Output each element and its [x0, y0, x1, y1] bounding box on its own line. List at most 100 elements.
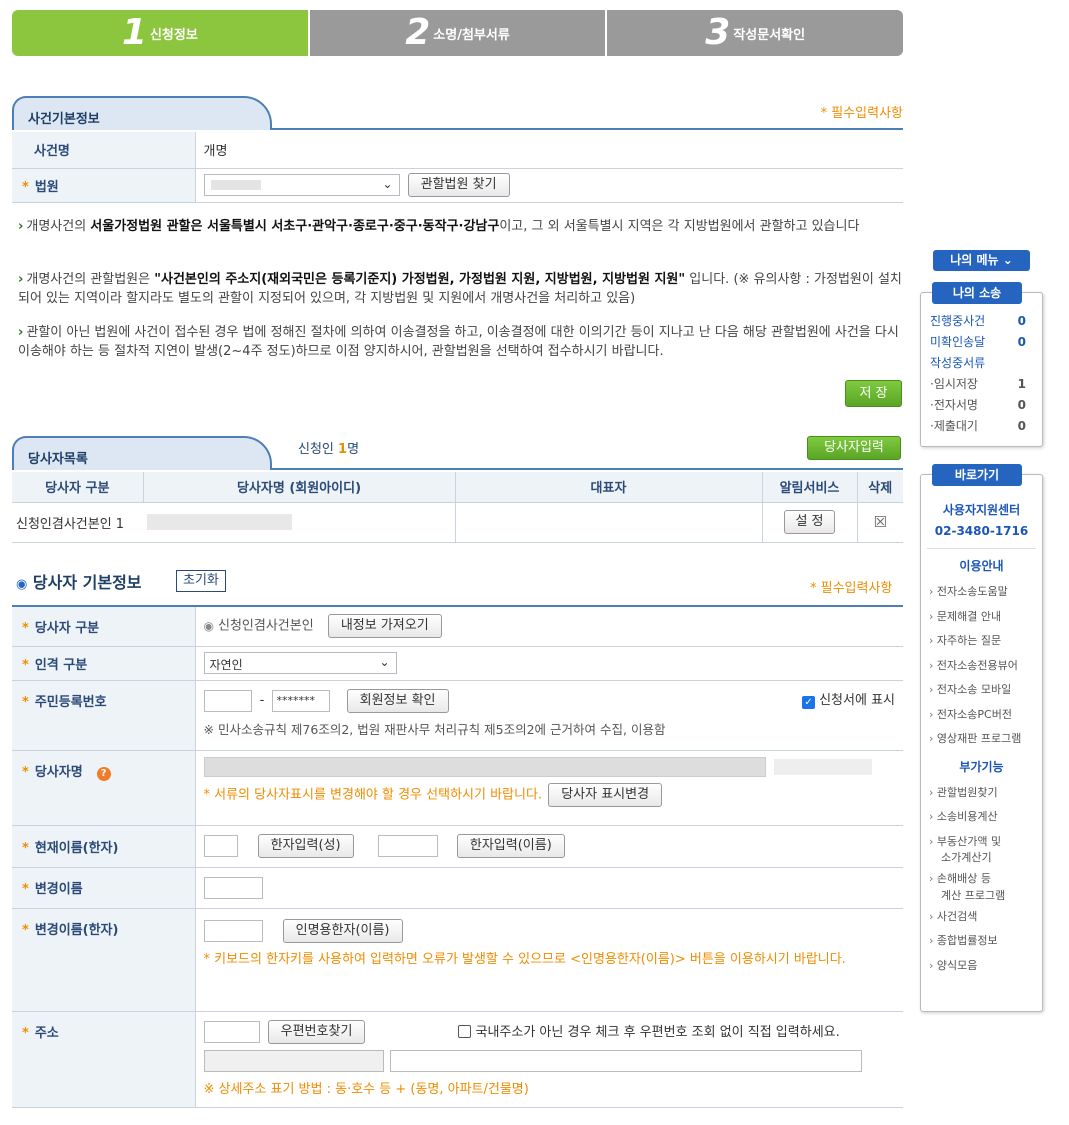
sidebar-link[interactable]: 소송비용계산: [929, 805, 1042, 830]
checkbox-icon[interactable]: [457, 1024, 471, 1038]
party-basic-table: * 당사자 구분 ◉ 신청인겸사건본인 내정보 가져오기 * 인격 구분 자연인 ⌄ *…: [12, 605, 903, 1108]
court-label: * 법원: [12, 168, 196, 203]
case-stat-label: ·임시저장: [930, 377, 978, 391]
sidebar-link[interactable]: 양식모음: [929, 954, 1042, 979]
step-progress: 1 신청정보 2 소명/첨부서류 3 작성문서확인: [12, 10, 904, 56]
case-stats: 진행중사건 0 미확인송달 0 작성중서류 ·임시저장 1 ·전자서명 0 ·제출대기 0: [921, 293, 1042, 437]
party-name-cell: [143, 502, 456, 543]
import-my-info-button[interactable]: 내정보 가져오기: [327, 614, 442, 639]
table-row: 신청인겸사건본인 1 설 정 ☒: [12, 502, 903, 543]
court-select[interactable]: ⌄: [203, 174, 400, 196]
zipcode-input[interactable]: [203, 1020, 260, 1043]
chevron-down-icon: ⌄: [379, 655, 390, 669]
col-delete: 삭제: [857, 472, 903, 503]
sidebar-link[interactable]: 영상재판 프로그램: [929, 727, 1042, 752]
case-stat-item[interactable]: ·임시저장 1: [930, 374, 1042, 395]
step-2: 2 소명/첨부서류: [309, 10, 608, 56]
case-section-title: 사건기본정보: [12, 96, 272, 130]
sidebar-link[interactable]: 전자소송도움말: [929, 580, 1042, 605]
party-name-input[interactable]: [203, 756, 766, 777]
extra-links: 관할법원찾기소송비용계산부동산가액 및소가계산기손해배상 등계산 프로그램사건검…: [921, 775, 1042, 979]
shortcut-title: 바로가기: [932, 464, 1022, 486]
notice-1: › 개명사건의 서울가정법원 관할은 서울특별시 서초구·관악구·종로구·중구·동…: [18, 219, 860, 234]
sidebar-link[interactable]: 전자소송전용뷰어: [929, 654, 1042, 679]
case-name-label: 사건명: [12, 132, 196, 169]
support-center-link[interactable]: 사용자지원센터: [921, 501, 1042, 518]
hanja-name-button[interactable]: 한자입력(이름): [456, 834, 565, 858]
rrn-front-input[interactable]: [203, 689, 252, 712]
bullet-icon: ◉: [16, 577, 28, 592]
sidebar-link[interactable]: 손해배상 등계산 프로그램: [929, 867, 1042, 905]
reset-button[interactable]: 초기화: [176, 570, 226, 592]
checkbox-checked-icon[interactable]: ✓: [802, 695, 816, 709]
case-stat-value: 0: [1017, 314, 1026, 328]
case-section-header: 사건기본정보 * 필수입력사항: [12, 96, 903, 130]
sidebar-link[interactable]: 부동산가액 및소가계산기: [929, 830, 1042, 868]
delete-icon[interactable]: ☒: [857, 502, 903, 543]
party-list-header: 당사자목록 신청인 1명 당사자입력: [12, 436, 903, 470]
notice-2: › 개명사건의 관할법원은 "사건본인의 주소지(재외국민은 등록기준지) 가정법…: [18, 272, 902, 306]
party-list-title: 당사자목록: [12, 436, 272, 470]
help-icon[interactable]: ?: [96, 766, 111, 781]
case-stat-item[interactable]: ·전자서명 0: [930, 395, 1042, 416]
hanja-surname-input[interactable]: [203, 835, 238, 857]
case-stat-item[interactable]: 진행중사건 0: [930, 311, 1042, 332]
add-party-button[interactable]: 당사자입력: [807, 436, 901, 460]
col-party-name: 당사자명 (회원아이디): [143, 472, 456, 503]
case-stat-label: 진행중사건: [930, 314, 986, 328]
notify-cell: 설 정: [762, 502, 858, 543]
address-input[interactable]: [203, 1049, 384, 1072]
col-representative: 대표자: [455, 472, 763, 503]
step-label: 작성문서확인: [733, 27, 806, 43]
case-stat-label: ·제출대기: [930, 419, 978, 433]
my-menu-button[interactable]: 나의 메뉴 ⌄: [933, 250, 1030, 271]
case-stat-item[interactable]: 작성중서류: [930, 353, 1042, 374]
radio-button[interactable]: ◉: [204, 619, 214, 633]
case-stat-value: 0: [1017, 419, 1026, 433]
person-type-select[interactable]: 자연인 ⌄: [203, 652, 397, 674]
new-name-hanja-input[interactable]: [203, 919, 263, 942]
col-notify: 알림서비스: [762, 472, 858, 503]
sidebar-link[interactable]: 전자소송 모바일: [929, 678, 1042, 703]
step-3: 3 작성문서확인: [607, 10, 904, 56]
hanja-surname-button[interactable]: 한자입력(성): [257, 834, 354, 858]
party-name-extra: [773, 758, 872, 775]
save-button[interactable]: 저 장: [845, 380, 902, 407]
party-display-change-button[interactable]: 당사자 표시변경: [548, 782, 663, 807]
foreign-address-option: 국내주소가 아닌 경우 체크 후 우편번호 조회 없이 직접 입력하세요.: [457, 1021, 840, 1040]
arrow-icon: ›: [18, 272, 24, 287]
sidebar-link[interactable]: 사건검색: [929, 905, 1042, 930]
representative-cell: [455, 502, 763, 543]
find-zipcode-button[interactable]: 우편번호찾기: [267, 1019, 366, 1044]
find-court-button[interactable]: 관할법원 찾기: [407, 173, 510, 197]
usage-links: 전자소송도움말문제해결 안내자주하는 질문전자소송전용뷰어전자소송 모바일전자소…: [921, 574, 1042, 752]
address-detail-input[interactable]: [389, 1049, 862, 1072]
rrn-back-input[interactable]: *******: [272, 689, 331, 712]
sidebar-link[interactable]: 관할법원찾기: [929, 781, 1042, 806]
court-field: ⌄ 관할법원 찾기: [195, 168, 903, 203]
sidebar-link[interactable]: 자주하는 질문: [929, 629, 1042, 654]
hanja-note: * 키보드의 한자키를 사용하여 입력하면 오류가 발생할 수 있으므로 <인명…: [203, 951, 846, 967]
sidebar-link[interactable]: 문제해결 안내: [929, 605, 1042, 630]
hanja-name-input[interactable]: [377, 835, 438, 857]
case-stat-item[interactable]: 미확인송달 0: [930, 332, 1042, 353]
case-stat-item[interactable]: ·제출대기 0: [930, 416, 1042, 437]
sidebar-link[interactable]: 전자소송PC버전: [929, 703, 1042, 728]
chevron-down-icon: ⌄: [382, 177, 393, 191]
my-case-box: 나의 소송 진행중사건 0 미확인송달 0 작성중서류 ·임시저장 1 ·전자서명 0 ·제출대기…: [920, 282, 1043, 447]
verify-member-button[interactable]: 회원정보 확인: [346, 688, 449, 713]
usage-title: 이용안내: [959, 559, 1004, 573]
case-name-value: 개명: [195, 132, 903, 169]
case-info-table: 사건명 개명 * 법원 ⌄ 관할법원 찾기: [12, 132, 903, 203]
required-note: * 필수입력사항: [810, 581, 893, 596]
sidebar-link[interactable]: 종합법률정보: [929, 929, 1042, 954]
support-phone: 02-3480-1716: [934, 524, 1029, 538]
step-label: 소명/첨부서류: [433, 27, 510, 43]
party-table: 당사자 구분 당사자명 (회원아이디) 대표자 알림서비스 삭제 신청인겸사건본…: [12, 472, 903, 543]
name-change-note: * 서류의 당사자표시를 변경해야 할 경우 선택하시기 바랍니다.: [203, 787, 543, 802]
notify-setting-button[interactable]: 설 정: [784, 510, 835, 534]
case-stat-value: 0: [1017, 335, 1026, 349]
person-hanja-button[interactable]: 인명용한자(이름): [282, 918, 403, 943]
notice-3: › 관할이 아닌 법원에 사건이 접수된 경우 법에 정해진 절차에 의하여 이송…: [18, 325, 899, 359]
new-name-input[interactable]: [203, 876, 263, 899]
